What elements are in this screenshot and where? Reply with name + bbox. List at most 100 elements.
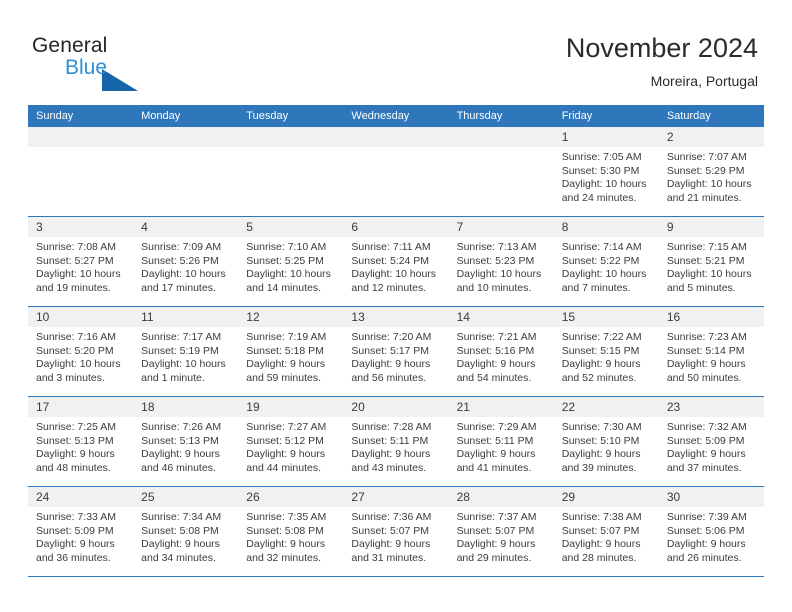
daylight-text: Daylight: 9 hours and 59 minutes.: [246, 358, 326, 384]
calendar-day-cell[interactable]: 20 Sunrise: 7:28 AM Sunset: 5:11 PM Dayligh…: [343, 396, 449, 487]
day-number: 8: [553, 217, 659, 237]
calendar-day-cell[interactable]: 8 Sunrise: 7:14 AM Sunset: 5:22 PM Daylight…: [553, 216, 659, 307]
day-info: Sunrise: 7:15 AM Sunset: 5:21 PM Daylight:…: [659, 237, 764, 295]
daylight-text: Daylight: 9 hours and 54 minutes.: [456, 358, 536, 384]
calendar-day-cell[interactable]: 6 Sunrise: 7:11 AM Sunset: 5:24 PM Daylight…: [343, 216, 449, 307]
sunrise-text: Sunrise: 7:36 AM: [351, 511, 432, 523]
daylight-text: Daylight: 10 hours and 24 minutes.: [561, 178, 647, 204]
day-info: Sunrise: 7:11 AM Sunset: 5:24 PM Daylight:…: [343, 237, 448, 295]
calendar-day-cell[interactable]: 11 Sunrise: 7:17 AM Sunset: 5:19 PM Dayligh…: [133, 306, 239, 397]
day-info: Sunrise: 7:05 AM Sunset: 5:30 PM Daylight:…: [554, 147, 659, 205]
day-info: Sunrise: 7:26 AM Sunset: 5:13 PM Daylight:…: [133, 417, 238, 475]
sunset-text: Sunset: 5:25 PM: [246, 254, 324, 267]
calendar-day-cell[interactable]: 3 Sunrise: 7:08 AM Sunset: 5:27 PM Daylight…: [28, 216, 134, 307]
day-number: 16: [658, 307, 764, 327]
logo-triangle-icon: [102, 69, 138, 91]
calendar-week-row: 24 Sunrise: 7:33 AM Sunset: 5:09 PM Dayligh…: [28, 486, 764, 577]
sunrise-text: Sunrise: 7:38 AM: [561, 511, 642, 523]
calendar-day-cell[interactable]: 16 Sunrise: 7:23 AM Sunset: 5:14 PM Dayligh…: [658, 306, 764, 397]
calendar-day-cell[interactable]: 22 Sunrise: 7:30 AM Sunset: 5:10 PM Dayligh…: [553, 396, 659, 487]
calendar-day-cell[interactable]: 4 Sunrise: 7:09 AM Sunset: 5:26 PM Daylight…: [133, 216, 239, 307]
calendar-day-cell[interactable]: 17 Sunrise: 7:25 AM Sunset: 5:13 PM Dayligh…: [28, 396, 134, 487]
day-info: Sunrise: 7:38 AM Sunset: 5:07 PM Daylight:…: [554, 507, 659, 565]
calendar-day-cell[interactable]: 13 Sunrise: 7:20 AM Sunset: 5:17 PM Dayligh…: [343, 306, 449, 397]
page-title: November 2024: [565, 33, 758, 63]
day-info: Sunrise: 7:07 AM Sunset: 5:29 PM Daylight:…: [659, 147, 764, 205]
sunset-text: Sunset: 5:22 PM: [561, 254, 640, 267]
day-number: 13: [343, 307, 449, 327]
calendar-page: General Blue November 2024 Moreira, Port…: [0, 0, 792, 612]
day-number: [28, 127, 134, 147]
day-number: 3: [28, 217, 134, 237]
calendar-day-cell[interactable]: 26 Sunrise: 7:35 AM Sunset: 5:08 PM Dayligh…: [238, 486, 344, 577]
calendar-day-cell[interactable]: 23 Sunrise: 7:32 AM Sunset: 5:09 PM Dayligh…: [658, 396, 764, 487]
daylight-text: Daylight: 9 hours and 43 minutes.: [351, 448, 431, 474]
day-number: 9: [658, 217, 764, 237]
day-info: Sunrise: 7:32 AM Sunset: 5:09 PM Daylight:…: [659, 417, 764, 475]
sunset-text: Sunset: 5:07 PM: [456, 524, 535, 537]
calendar-day-cell[interactable]: 29 Sunrise: 7:38 AM Sunset: 5:07 PM Dayligh…: [553, 486, 659, 577]
page-subtitle: Moreira, Portugal: [650, 73, 758, 89]
day-number: 29: [553, 487, 659, 507]
general-blue-logo[interactable]: General Blue: [32, 35, 262, 91]
daylight-text: Daylight: 10 hours and 14 minutes.: [246, 268, 331, 294]
day-number: 7: [448, 217, 554, 237]
calendar-day-cell[interactable]: 10 Sunrise: 7:16 AM Sunset: 5:20 PM Dayligh…: [28, 306, 134, 397]
calendar-day-cell[interactable]: 14 Sunrise: 7:21 AM Sunset: 5:16 PM Dayligh…: [448, 306, 554, 397]
daylight-text: Daylight: 9 hours and 29 minutes.: [456, 538, 536, 564]
weekday-header-tuesday: Tuesday: [238, 105, 344, 127]
sunrise-text: Sunrise: 7:37 AM: [456, 511, 537, 523]
day-number: 12: [238, 307, 344, 327]
day-number: 17: [28, 397, 134, 417]
day-info: Sunrise: 7:16 AM Sunset: 5:20 PM Daylight:…: [28, 327, 133, 385]
sunrise-text: Sunrise: 7:17 AM: [141, 331, 222, 343]
sunset-text: Sunset: 5:11 PM: [351, 434, 429, 447]
sunrise-text: Sunrise: 7:32 AM: [666, 421, 747, 433]
calendar-day-cell[interactable]: 30 Sunrise: 7:39 AM Sunset: 5:06 PM Dayligh…: [658, 486, 764, 577]
calendar-day-cell[interactable]: 21 Sunrise: 7:29 AM Sunset: 5:11 PM Dayligh…: [448, 396, 554, 487]
sunrise-text: Sunrise: 7:35 AM: [246, 511, 327, 523]
calendar-day-cell[interactable]: 19 Sunrise: 7:27 AM Sunset: 5:12 PM Dayligh…: [238, 396, 344, 487]
calendar-day-cell[interactable]: 28 Sunrise: 7:37 AM Sunset: 5:07 PM Dayligh…: [448, 486, 554, 577]
calendar-day-cell[interactable]: 24 Sunrise: 7:33 AM Sunset: 5:09 PM Dayligh…: [28, 486, 134, 577]
day-number: 5: [238, 217, 344, 237]
calendar-day-cell[interactable]: 5 Sunrise: 7:10 AM Sunset: 5:25 PM Daylight…: [238, 216, 344, 307]
day-number: 10: [28, 307, 134, 327]
sunrise-text: Sunrise: 7:10 AM: [246, 241, 327, 253]
weekday-header-monday: Monday: [133, 105, 239, 127]
calendar-day-cell[interactable]: 27 Sunrise: 7:36 AM Sunset: 5:07 PM Dayligh…: [343, 486, 449, 577]
sunset-text: Sunset: 5:29 PM: [666, 164, 745, 177]
day-number: 22: [553, 397, 659, 417]
day-number: [133, 127, 239, 147]
calendar-day-cell[interactable]: 1 Sunrise: 7:05 AM Sunset: 5:30 PM Daylight…: [553, 127, 659, 217]
sunrise-text: Sunrise: 7:23 AM: [666, 331, 747, 343]
day-info: Sunrise: 7:21 AM Sunset: 5:16 PM Daylight:…: [449, 327, 554, 385]
calendar-day-cell[interactable]: 25 Sunrise: 7:34 AM Sunset: 5:08 PM Dayligh…: [133, 486, 239, 577]
day-info: Sunrise: 7:27 AM Sunset: 5:12 PM Daylight:…: [238, 417, 343, 475]
calendar-day-cell[interactable]: 7 Sunrise: 7:13 AM Sunset: 5:23 PM Daylight…: [448, 216, 554, 307]
calendar-day-cell[interactable]: 2 Sunrise: 7:07 AM Sunset: 5:29 PM Daylight…: [658, 127, 764, 217]
daylight-text: Daylight: 10 hours and 17 minutes.: [141, 268, 226, 294]
calendar-day-cell-empty: [133, 127, 239, 217]
calendar-day-cell[interactable]: 18 Sunrise: 7:26 AM Sunset: 5:13 PM Dayligh…: [133, 396, 239, 487]
day-number: 18: [133, 397, 239, 417]
daylight-text: Daylight: 10 hours and 5 minutes.: [666, 268, 752, 294]
sunrise-text: Sunrise: 7:05 AM: [561, 151, 642, 163]
sunset-text: Sunset: 5:09 PM: [666, 434, 745, 447]
sunset-text: Sunset: 5:20 PM: [36, 344, 114, 357]
sunset-text: Sunset: 5:17 PM: [351, 344, 430, 357]
day-info: Sunrise: 7:08 AM Sunset: 5:27 PM Daylight:…: [28, 237, 133, 295]
weekday-header-saturday: Saturday: [658, 105, 764, 127]
calendar-day-cell[interactable]: 15 Sunrise: 7:22 AM Sunset: 5:15 PM Dayligh…: [553, 306, 659, 397]
logo-text-blue: Blue: [65, 56, 108, 79]
day-number: 14: [448, 307, 554, 327]
sunset-text: Sunset: 5:23 PM: [456, 254, 535, 267]
daylight-text: Daylight: 9 hours and 50 minutes.: [666, 358, 746, 384]
daylight-text: Daylight: 9 hours and 37 minutes.: [666, 448, 746, 474]
daylight-text: Daylight: 9 hours and 32 minutes.: [246, 538, 326, 564]
sunset-text: Sunset: 5:24 PM: [351, 254, 430, 267]
calendar-day-cell[interactable]: 9 Sunrise: 7:15 AM Sunset: 5:21 PM Daylight…: [658, 216, 764, 307]
daylight-text: Daylight: 9 hours and 56 minutes.: [351, 358, 431, 384]
sunrise-text: Sunrise: 7:15 AM: [666, 241, 747, 253]
calendar-day-cell[interactable]: 12 Sunrise: 7:19 AM Sunset: 5:18 PM Dayligh…: [238, 306, 344, 397]
